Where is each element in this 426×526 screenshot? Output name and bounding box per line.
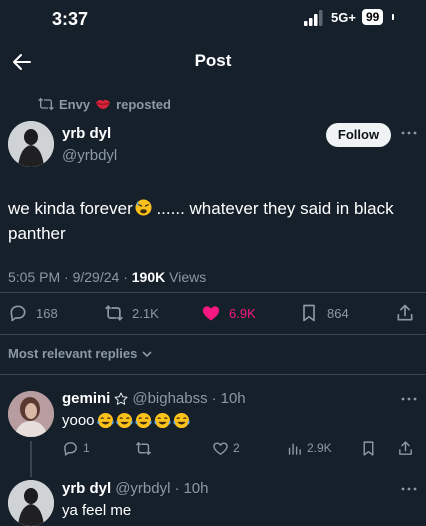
avatar[interactable] xyxy=(8,391,54,437)
divider xyxy=(0,292,426,293)
heart-icon xyxy=(213,441,228,455)
avatar[interactable] xyxy=(8,480,54,526)
analytics-icon xyxy=(288,443,301,455)
post-actions: 168 2.1K 6.9K 864 xyxy=(0,300,426,326)
tears-of-joy-emoji-icon xyxy=(96,412,114,429)
views-count: 2.9K xyxy=(307,441,332,455)
tears-of-joy-emoji-icon xyxy=(134,412,152,429)
views-label: Views xyxy=(169,269,207,285)
reply-text: ya feel me xyxy=(62,502,132,519)
reply-header: yrb dyl @yrbdyl · 10h xyxy=(62,480,209,497)
reply-author-name[interactable]: gemini xyxy=(62,390,110,407)
author-name[interactable]: yrb dyl xyxy=(62,125,111,142)
like-count: 6.9K xyxy=(229,305,256,321)
repost-user[interactable]: Envy xyxy=(59,97,90,112)
reply-author-name[interactable]: yrb dyl xyxy=(62,480,111,497)
star-outline-icon xyxy=(114,392,128,405)
reply-age: 10h xyxy=(183,480,209,497)
reply-author-handle[interactable]: @yrbdyl xyxy=(115,480,170,497)
divider xyxy=(0,334,426,335)
chevron-down-icon xyxy=(142,350,152,357)
post-text: we kinda forever ...... whatever they sa… xyxy=(8,196,418,246)
battery-icon: 99 xyxy=(362,9,384,25)
heart-filled-icon xyxy=(202,306,220,321)
bookmark-icon xyxy=(363,440,374,456)
weary-face-emoji-icon xyxy=(135,199,152,216)
lips-emoji-icon xyxy=(96,99,111,109)
share-icon xyxy=(397,304,413,321)
replies-sort-label: Most relevant replies xyxy=(8,346,138,361)
views-button[interactable]: 2.9K xyxy=(286,438,332,458)
reply-author-handle[interactable]: @bighabss xyxy=(132,390,207,407)
reply-count: 168 xyxy=(36,305,58,321)
post-time: 5:05 PM xyxy=(8,269,61,285)
reply-actions: 1 2 2.9K xyxy=(0,438,426,458)
bookmark-icon xyxy=(303,304,315,322)
reply-icon xyxy=(10,305,26,322)
network-type: 5G+ xyxy=(331,10,356,25)
repost-indicator[interactable]: Envy reposted xyxy=(38,95,171,113)
repost-label: reposted xyxy=(116,96,171,112)
bookmark-button[interactable] xyxy=(360,438,377,458)
page-title: Post xyxy=(194,51,232,70)
repost-button[interactable]: 2.1K xyxy=(104,302,159,324)
like-button[interactable]: 2 xyxy=(212,438,240,458)
reply-button[interactable]: 168 xyxy=(8,302,58,324)
like-button[interactable]: 6.9K xyxy=(201,302,256,324)
reply-button[interactable]: 1 xyxy=(62,438,90,458)
post-date: 9/29/24 xyxy=(72,269,120,285)
share-icon xyxy=(399,440,412,455)
repost-icon xyxy=(135,441,152,455)
divider xyxy=(0,374,426,375)
repost-icon xyxy=(105,305,123,321)
share-button[interactable] xyxy=(395,302,415,324)
share-button[interactable] xyxy=(397,438,414,458)
status-time: 3:37 xyxy=(52,9,89,29)
tears-of-joy-emoji-icon xyxy=(115,412,133,429)
more-options-icon[interactable] xyxy=(399,482,419,496)
bookmark-count: 864 xyxy=(327,305,349,321)
bookmark-button[interactable]: 864 xyxy=(299,302,349,324)
repost-icon xyxy=(38,97,54,111)
post-text-part1: we kinda forever xyxy=(8,199,133,218)
views-count[interactable]: 190K xyxy=(132,269,165,285)
repost-button[interactable] xyxy=(135,438,156,458)
status-bar: 3:37 5G+ 99 xyxy=(0,0,426,40)
reply-count: 1 xyxy=(83,441,90,455)
author-handle[interactable]: @yrbdyl xyxy=(62,147,117,164)
more-options-icon[interactable] xyxy=(399,126,419,140)
reply-text: yooo xyxy=(62,412,190,429)
reply-age: 10h xyxy=(220,390,246,407)
more-options-icon[interactable] xyxy=(399,392,419,406)
repost-count: 2.1K xyxy=(132,305,159,321)
reply-header: gemini @bighabss · 10h xyxy=(62,390,246,407)
signal-icon xyxy=(304,10,323,26)
post-meta: 5:05 PM · 9/29/24 · 190K Views xyxy=(8,269,207,285)
like-count: 2 xyxy=(233,441,240,455)
reply-text-body: yooo xyxy=(62,412,95,429)
reply-icon xyxy=(64,441,77,456)
follow-button[interactable]: Follow xyxy=(326,123,391,147)
avatar[interactable] xyxy=(8,121,54,167)
top-bar: Post xyxy=(0,40,426,84)
tears-of-joy-emoji-icon xyxy=(153,412,171,429)
replies-sort-dropdown[interactable]: Most relevant replies xyxy=(8,346,153,361)
battery-tip xyxy=(392,14,394,20)
tears-of-joy-emoji-icon xyxy=(172,412,190,429)
